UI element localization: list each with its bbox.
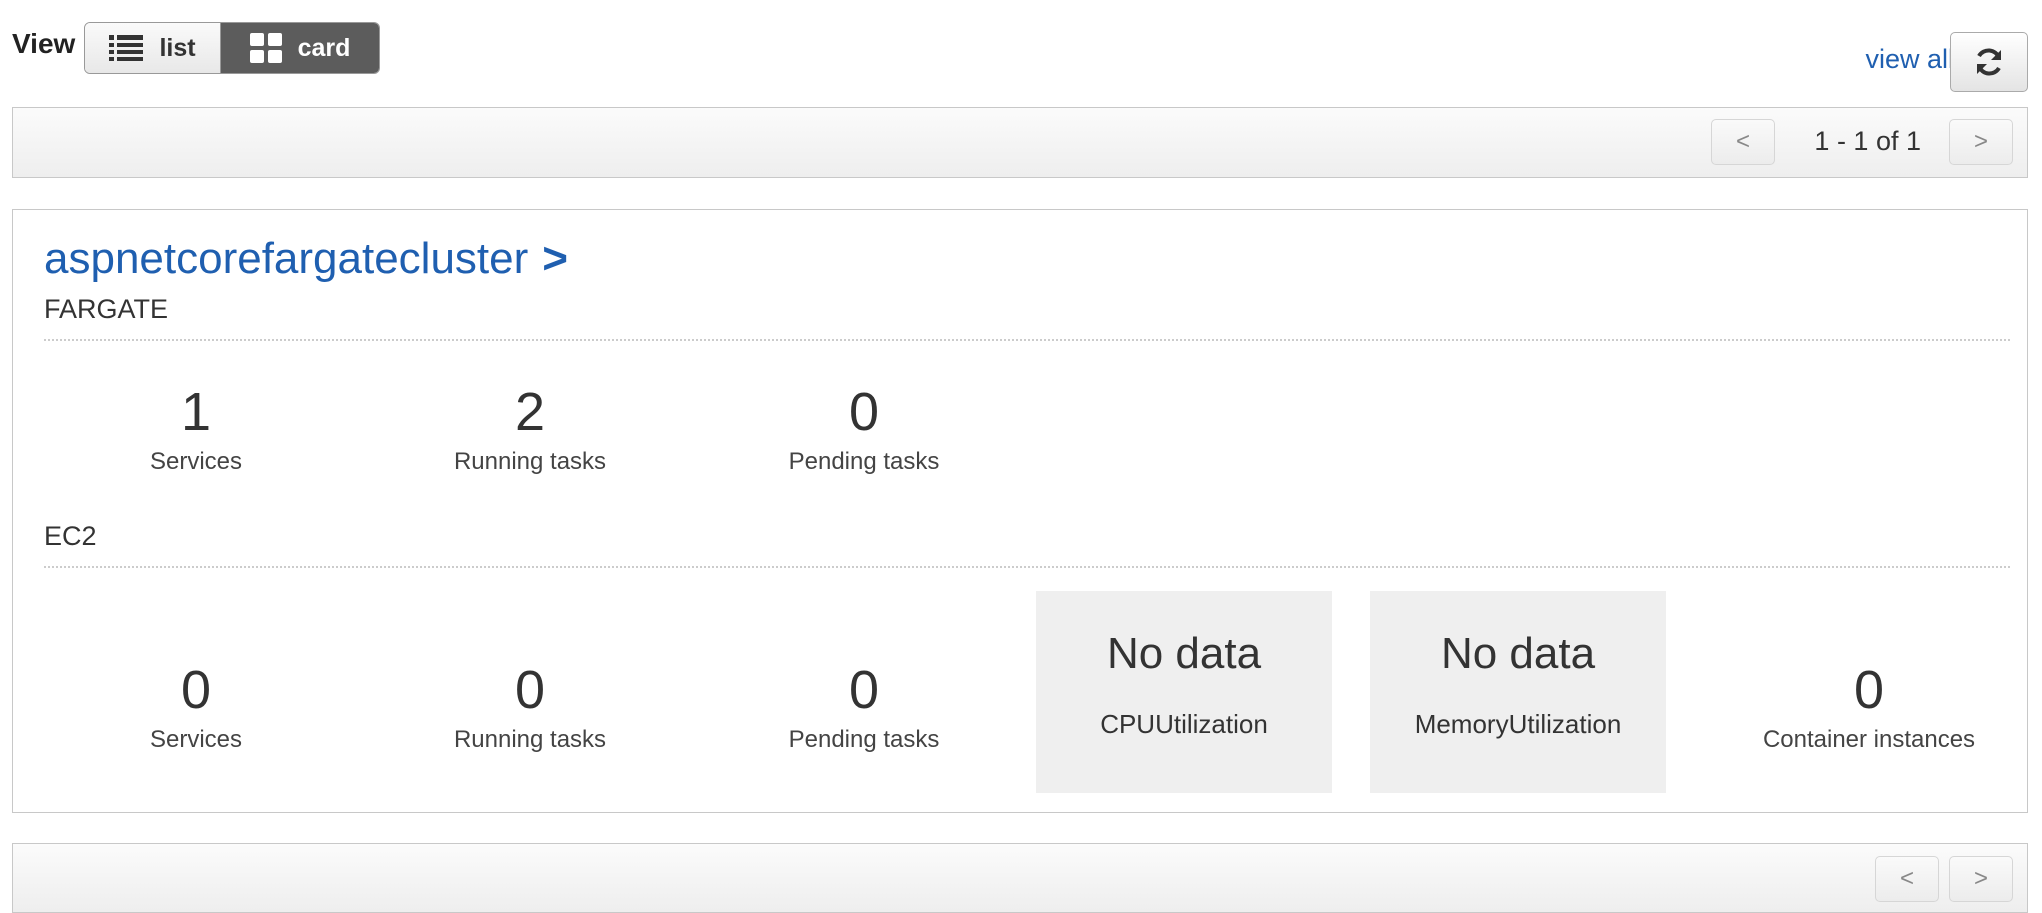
- prev-page-button[interactable]: <: [1875, 856, 1939, 902]
- card-view-label: card: [297, 33, 351, 62]
- cluster-chevron: >: [542, 234, 568, 283]
- memory-utilization-label: MemoryUtilization: [1414, 709, 1622, 739]
- ec2-label: EC2: [44, 521, 97, 551]
- metric-value: 2: [514, 382, 546, 442]
- view-toggle: list card: [84, 22, 380, 74]
- list-icon: [109, 35, 144, 61]
- metric-value: 0: [514, 660, 546, 720]
- fargate-pending-tasks-metric: 0 Pending tasks: [744, 382, 984, 476]
- list-view-label: list: [159, 33, 196, 62]
- view-label: View: [12, 28, 76, 59]
- grid-icon: [249, 33, 282, 63]
- metric-value: 0: [848, 660, 880, 720]
- view-all-link[interactable]: view all: [1865, 44, 1954, 75]
- container-instances-metric: 0 Container instances: [1744, 660, 1994, 754]
- metric-label: Container instances: [1762, 726, 1976, 753]
- fargate-running-tasks-metric: 2 Running tasks: [410, 382, 650, 476]
- cluster-name: aspnetcorefargatecluster: [44, 234, 529, 283]
- metric-value: 0: [180, 660, 212, 720]
- refresh-icon: [1977, 48, 2001, 76]
- ec2-services-metric: 0 Services: [76, 660, 316, 754]
- memory-utilization-value: No data: [1440, 629, 1596, 678]
- metric-value: 0: [1853, 660, 1885, 720]
- pagination-bar-bottom: < >: [12, 843, 2028, 913]
- memory-utilization-panel[interactable]: No data MemoryUtilization: [1370, 591, 1666, 793]
- ec2-running-tasks-metric: 0 Running tasks: [410, 660, 650, 754]
- ec2-pending-tasks-metric: 0 Pending tasks: [744, 660, 984, 754]
- cluster-name-link[interactable]: aspnetcorefargatecluster >: [44, 234, 568, 284]
- next-page-button[interactable]: >: [1949, 119, 2013, 165]
- refresh-button[interactable]: [1950, 32, 2028, 92]
- metric-label: Pending tasks: [788, 448, 940, 475]
- cpu-utilization-panel[interactable]: No data CPUUtilization: [1036, 591, 1332, 793]
- metric-value: 0: [848, 382, 880, 442]
- list-view-button[interactable]: list: [85, 23, 221, 73]
- metric-label: Running tasks: [453, 726, 607, 753]
- fargate-label: FARGATE: [44, 294, 169, 324]
- prev-page-button[interactable]: <: [1711, 119, 1775, 165]
- pagination-bar-top: < 1 - 1 of 1 >: [12, 107, 2028, 178]
- metric-label: Pending tasks: [788, 726, 940, 753]
- metric-value: 1: [180, 382, 212, 442]
- divider: [44, 339, 2010, 341]
- metric-label: Running tasks: [453, 448, 607, 475]
- metric-label: Services: [149, 448, 243, 475]
- metric-label: Services: [149, 726, 243, 753]
- page-info: 1 - 1 of 1: [1814, 126, 1921, 156]
- cpu-utilization-label: CPUUtilization: [1100, 709, 1268, 739]
- next-page-button[interactable]: >: [1949, 856, 2013, 902]
- fargate-services-metric: 1 Services: [76, 382, 316, 476]
- cpu-utilization-value: No data: [1106, 629, 1262, 678]
- divider: [44, 566, 2010, 568]
- card-view-button[interactable]: card: [221, 23, 379, 73]
